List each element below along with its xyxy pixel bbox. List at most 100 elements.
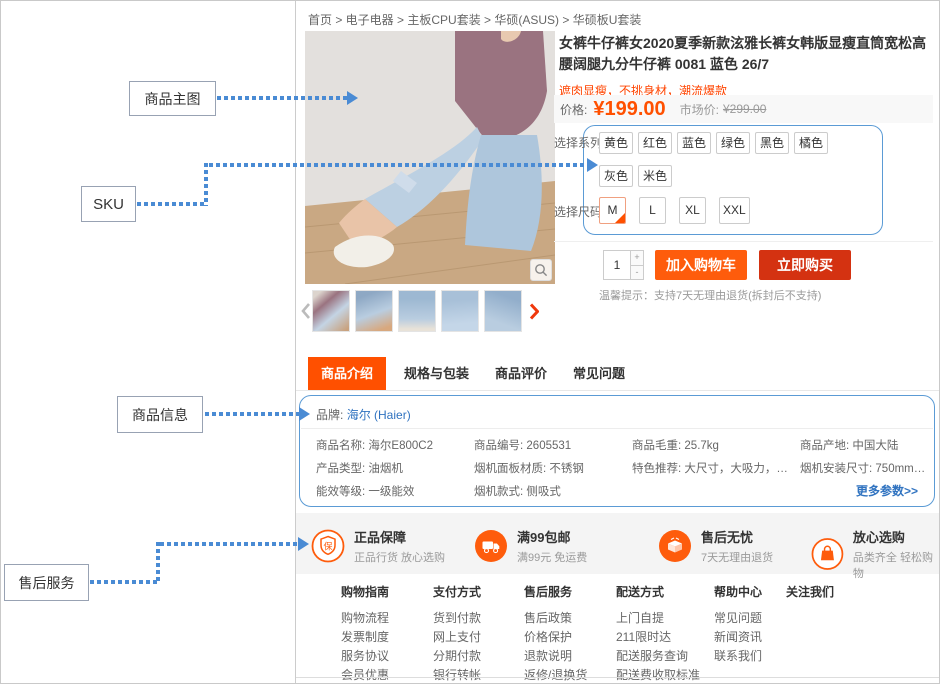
footer-link[interactable]: 新闻资讯 [714, 628, 762, 647]
spec-field: 烟机安装尺寸: 750mm±50mm (烟... [800, 460, 926, 476]
arrowhead-main-image-icon [347, 91, 358, 105]
spec-label: 烟机款式: [474, 486, 523, 498]
annotation-text: 商品主图 [145, 89, 201, 109]
footer-link[interactable]: 购物流程 [341, 609, 389, 628]
spec-value: 不锈钢 [549, 463, 584, 475]
thumbnail[interactable] [484, 290, 522, 332]
truck-icon [474, 529, 508, 563]
spec-value: 750mm±50mm (烟... [875, 463, 926, 475]
size-option[interactable]: XXL [719, 197, 750, 224]
service-desc: 满99元 免运费 [517, 549, 587, 565]
service-desc: 品类齐全 轻松购物 [853, 549, 940, 581]
product-main-image[interactable] [305, 31, 555, 284]
footer-link[interactable]: 售后政策 [524, 609, 587, 628]
divider [301, 428, 933, 429]
footer-link[interactable]: 服务协议 [341, 647, 389, 666]
size-option[interactable]: L [639, 197, 666, 224]
thumbs-next-icon[interactable] [527, 303, 541, 320]
spec-field: 能效等级: 一级能效 [316, 483, 466, 499]
arrow-line-product-info [205, 412, 299, 416]
footer-link[interactable]: 上门自提 [616, 609, 700, 628]
size-label: 选择尺码: [554, 203, 605, 220]
annotation-sku-label: SKU [81, 186, 136, 222]
footer-link[interactable]: 常见问题 [714, 609, 762, 628]
magnifier-icon[interactable] [530, 259, 552, 281]
quantity-input[interactable] [603, 250, 630, 280]
footer-col-after-sales: 售后服务 售后政策价格保护退款说明返修/退换货取消订单 [524, 583, 587, 684]
color-option[interactable]: 黄色 [599, 132, 633, 154]
tab-product-intro[interactable]: 商品介绍 [308, 357, 386, 390]
color-option[interactable]: 灰色 [599, 165, 633, 187]
color-option[interactable]: 蓝色 [677, 132, 711, 154]
product-info-section: 品牌: 海尔 (Haier) 商品名称: 海尔E800C2 商品编号: 2605… [299, 395, 935, 507]
brand-link[interactable]: 海尔 (Haier) [347, 408, 411, 422]
arrowhead-product-info-icon [299, 407, 310, 421]
footer-link[interactable]: 网上支付 [433, 628, 481, 647]
footer-links: 上门自提211限时达配送服务查询配送费收取标准海外配送 [616, 609, 700, 684]
color-option[interactable]: 米色 [638, 165, 672, 187]
divider [554, 241, 933, 242]
thumbnail[interactable] [398, 290, 436, 332]
spec-label: 商品名称: [316, 440, 365, 452]
purchase-row: + - 加入购物车 立即购买 [603, 250, 851, 280]
footer-col-help-center: 帮助中心 常见问题新闻资讯联系我们 [714, 583, 762, 666]
thumbnail[interactable] [312, 290, 350, 332]
color-option[interactable]: 绿色 [716, 132, 750, 154]
service-desc: 7天无理由退货 [701, 549, 773, 565]
thumbs-prev-icon[interactable] [298, 303, 312, 319]
footer-link[interactable]: 返修/退换货 [524, 666, 587, 684]
thumbnail-strip [298, 288, 556, 334]
arrow-line-after-sales-3 [160, 542, 298, 546]
service-item-after-sales: 售后无忧 7天无理由退货 [658, 527, 773, 565]
service-desc: 正品行货 放心选购 [354, 549, 445, 565]
arrow-line-sku-2 [204, 163, 208, 206]
service-title: 正品保障 [354, 527, 445, 546]
footer-link[interactable]: 211限时达 [616, 628, 700, 647]
spec-value: 中国大陆 [852, 440, 898, 452]
size-option[interactable]: M [599, 197, 626, 224]
quantity-increase-button[interactable]: + [631, 251, 643, 265]
spec-field: 商品毛重: 25.7kg [632, 437, 792, 453]
spec-field: 商品名称: 海尔E800C2 [316, 437, 466, 453]
quantity-decrease-button[interactable]: - [631, 265, 643, 280]
color-option[interactable]: 红色 [638, 132, 672, 154]
footer-link[interactable]: 联系我们 [714, 647, 762, 666]
footer-links: 货到付款网上支付分期付款银行转帐 [433, 609, 481, 684]
footer-link[interactable]: 价格保护 [524, 628, 587, 647]
return-policy-tip: 温馨提示：支持7天无理由退货(拆封后不支持) [599, 287, 821, 303]
footer-col-shopping-guide: 购物指南 购物流程发票制度服务协议会员优惠 [341, 583, 389, 684]
tab-reviews[interactable]: 商品评价 [495, 357, 547, 390]
annotated-product-page: 商品主图 SKU 商品信息 售后服务 首页 > 电子电器 > 主板CPU套装 >… [0, 0, 940, 684]
color-option[interactable]: 黑色 [755, 132, 789, 154]
annotation-text: 商品信息 [132, 405, 188, 425]
more-params-link[interactable]: 更多参数>> [856, 482, 918, 499]
footer-link[interactable]: 配送服务查询 [616, 647, 700, 666]
footer-link[interactable]: 会员优惠 [341, 666, 389, 684]
thumbnail[interactable] [441, 290, 479, 332]
footer-link[interactable]: 退款说明 [524, 647, 587, 666]
product-page-panel: 首页 > 电子电器 > 主板CPU套装 > 华硕(ASUS) > 华硕板U套装 [295, 1, 940, 684]
tab-spec-packaging[interactable]: 规格与包装 [404, 357, 469, 390]
footer-link[interactable]: 发票制度 [341, 628, 389, 647]
spec-label: 烟机安装尺寸: [800, 463, 872, 475]
spec-field: 商品产地: 中国大陆 [800, 437, 926, 453]
buy-now-button[interactable]: 立即购买 [759, 250, 851, 280]
spec-grid: 商品名称: 海尔E800C2 商品编号: 2605531 商品毛重: 25.7k… [316, 437, 926, 499]
size-option[interactable]: XL [679, 197, 706, 224]
footer-links: 购物流程发票制度服务协议会员优惠 [341, 609, 389, 684]
thumbnail[interactable] [355, 290, 393, 332]
shopping-bag-icon [811, 537, 844, 571]
footer-link[interactable]: 分期付款 [433, 647, 481, 666]
tab-faq[interactable]: 常见问题 [573, 357, 625, 390]
breadcrumb[interactable]: 首页 > 电子电器 > 主板CPU套装 > 华硕(ASUS) > 华硕板U套装 [308, 11, 641, 28]
service-item-shipping: 满99包邮 满99元 免运费 [474, 527, 587, 565]
spec-value: 2605531 [526, 440, 571, 452]
footer-link[interactable]: 银行转帐 [433, 666, 481, 684]
spec-label: 特色推荐: [632, 463, 681, 475]
color-option[interactable]: 橘色 [794, 132, 828, 154]
arrow-line-after-sales-2 [156, 542, 160, 584]
footer-link[interactable]: 货到付款 [433, 609, 481, 628]
footer-link[interactable]: 配送费收取标准 [616, 666, 700, 684]
add-to-cart-button[interactable]: 加入购物车 [655, 250, 747, 280]
annotation-after-sales-label: 售后服务 [4, 564, 89, 601]
